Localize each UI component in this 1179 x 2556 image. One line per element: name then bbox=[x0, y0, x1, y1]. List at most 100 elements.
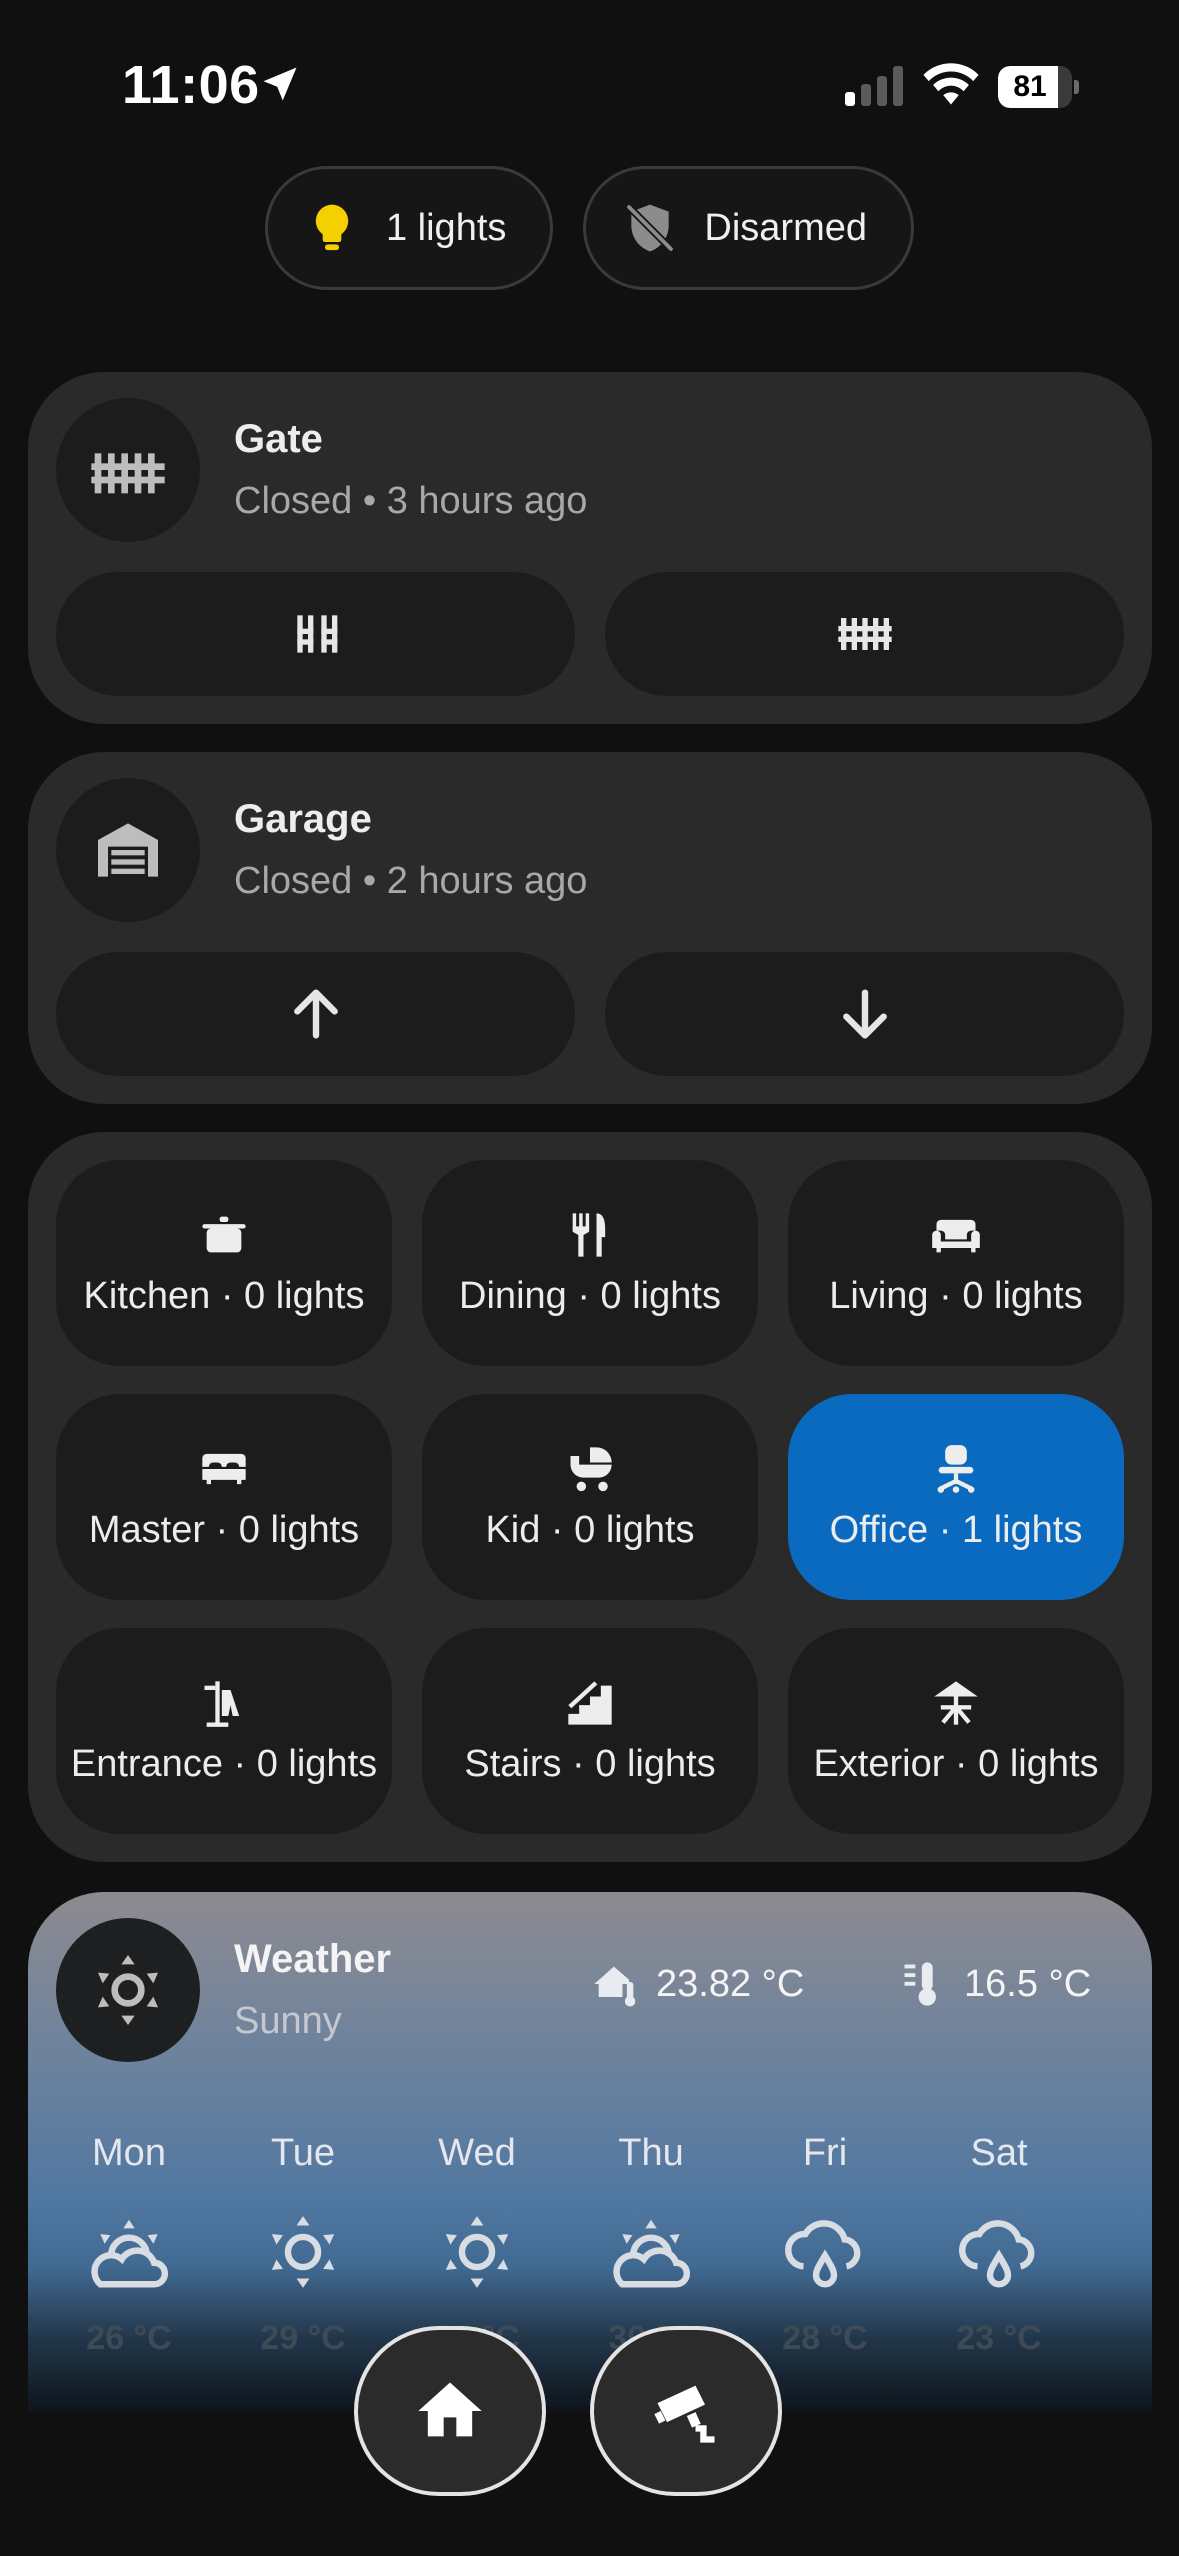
room-label: Stairs · 0 lights bbox=[464, 1742, 716, 1785]
forecast-day-name: Thu bbox=[618, 2132, 684, 2174]
gate-title: Gate bbox=[234, 417, 323, 461]
room-label: Dining · 0 lights bbox=[459, 1274, 721, 1317]
forecast-day-name: Tue bbox=[270, 2132, 336, 2174]
forecast-day-name: Sat bbox=[970, 2132, 1028, 2174]
gate-open-button[interactable] bbox=[56, 572, 575, 696]
rooms-grid: Kitchen · 0 lights Dining · 0 lights Livin… bbox=[56, 1160, 1124, 1834]
gate-header[interactable]: Gate Closed • 3 hours ago bbox=[56, 398, 587, 542]
location-arrow-icon bbox=[263, 67, 297, 101]
gate-open-icon bbox=[296, 615, 337, 653]
arrow-up-icon bbox=[293, 989, 338, 1039]
indoor-temp-value: 23.82 °C bbox=[656, 1962, 805, 2005]
garage-open-button[interactable] bbox=[56, 952, 575, 1076]
room-label: Entrance · 0 lights bbox=[70, 1742, 378, 1785]
weather-header[interactable]: Weather Sunny bbox=[56, 1918, 391, 2062]
weather-forecast: Mon 26 °C Tue 29 °C Wed30 °CThu30 °C Fri 28 °C… bbox=[28, 2132, 1152, 2358]
partly-cloudy-icon bbox=[91, 2219, 168, 2288]
cellular-signal-icon bbox=[845, 66, 903, 106]
forecast-day-temp: 26 °C bbox=[86, 2319, 172, 2357]
garage-icon-circle[interactable] bbox=[56, 778, 200, 922]
stairs-icon bbox=[568, 1680, 612, 1725]
summary-chips: 1 lights Disarmed bbox=[0, 166, 1179, 290]
status-bar: 11:06 81 bbox=[0, 0, 1179, 170]
garage-header[interactable]: Garage Closed • 2 hours ago bbox=[56, 778, 587, 922]
weather-title: Weather bbox=[234, 1937, 392, 1981]
gate-status: Closed • 3 hours ago bbox=[234, 480, 588, 522]
status-time: 11:06 bbox=[122, 55, 260, 115]
forecast-day: Sat 23 °C bbox=[912, 2132, 1086, 2358]
gate-close-button[interactable] bbox=[605, 572, 1124, 696]
room-tile[interactable]: Entrance · 0 lights bbox=[56, 1628, 392, 1834]
lightbulb-icon bbox=[315, 204, 349, 251]
room-label: Office · 1 lights bbox=[829, 1508, 1083, 1551]
sofa-icon bbox=[932, 1219, 980, 1252]
forecast-day-name: Mon bbox=[92, 2132, 166, 2174]
alarm-chip[interactable]: Disarmed bbox=[583, 166, 914, 290]
forecast-day: Fri 28 °C bbox=[738, 2132, 912, 2358]
nav-cameras-button[interactable] bbox=[590, 2326, 782, 2496]
room-label: Kid · 0 lights bbox=[485, 1508, 695, 1551]
rooms-card: Kitchen · 0 lights Dining · 0 lights Livin… bbox=[28, 1132, 1152, 1862]
pot-icon bbox=[202, 1216, 246, 1252]
sunny-icon bbox=[98, 1955, 158, 2025]
gate-icon bbox=[91, 453, 165, 494]
garage-close-button[interactable] bbox=[605, 952, 1124, 1076]
forecast-day: Mon 26 °C bbox=[42, 2132, 216, 2358]
garage-card: Garage Closed • 2 hours ago bbox=[28, 752, 1152, 1104]
forecast-day-name: Wed bbox=[438, 2132, 516, 2174]
rainy-icon bbox=[785, 2220, 861, 2288]
lights-chip[interactable]: 1 lights bbox=[264, 166, 554, 290]
home-icon bbox=[418, 2382, 482, 2437]
room-label: Exterior · 0 lights bbox=[813, 1742, 1099, 1785]
room-tile[interactable]: Master · 0 lights bbox=[56, 1394, 392, 1600]
room-tile[interactable]: Dining · 0 lights bbox=[422, 1160, 758, 1366]
shield-off-icon bbox=[625, 203, 676, 253]
room-label: Kitchen · 0 lights bbox=[83, 1274, 365, 1317]
room-tile[interactable]: Kitchen · 0 lights bbox=[56, 1160, 392, 1366]
room-label: Master · 0 lights bbox=[88, 1508, 360, 1551]
garage-status: Closed • 2 hours ago bbox=[234, 860, 588, 902]
battery-indicator: 81 bbox=[998, 66, 1079, 108]
gate-card: Gate Closed • 3 hours ago bbox=[28, 372, 1152, 724]
alarm-chip-label: Disarmed bbox=[704, 206, 867, 249]
sunny-icon bbox=[271, 2216, 335, 2288]
battery-percent: 81 bbox=[1013, 70, 1047, 103]
gate-closed-icon bbox=[837, 618, 892, 650]
nav-home-button[interactable] bbox=[354, 2326, 546, 2496]
wifi-icon bbox=[923, 63, 979, 105]
weather-icon-circle[interactable] bbox=[56, 1918, 200, 2062]
forecast-day-temp: 23 °C bbox=[956, 2319, 1042, 2357]
forecast-day: Wed30 °C bbox=[390, 2132, 564, 2358]
room-tile[interactable]: Exterior · 0 lights bbox=[788, 1628, 1124, 1834]
forecast-day-name: Fri bbox=[802, 2132, 848, 2174]
partly-cloudy-icon bbox=[613, 2219, 690, 2288]
bed-icon bbox=[202, 1453, 246, 1484]
gate-icon-circle[interactable] bbox=[56, 398, 200, 542]
garage-icon bbox=[98, 823, 158, 877]
outdoor-temp-value: 16.5 °C bbox=[964, 1962, 1092, 2005]
lights-chip-label: 1 lights bbox=[385, 206, 507, 249]
room-tile[interactable]: Living · 0 lights bbox=[788, 1160, 1124, 1366]
forecast-day-temp: 29 °C bbox=[260, 2319, 346, 2357]
room-tile[interactable]: Stairs · 0 lights bbox=[422, 1628, 758, 1834]
coat-rack-icon bbox=[204, 1680, 240, 1727]
office-chair-icon bbox=[937, 1444, 975, 1493]
room-label: Living · 0 lights bbox=[829, 1274, 1083, 1317]
forecast-day-temp: 28 °C bbox=[782, 2319, 868, 2357]
arrow-down-icon bbox=[842, 989, 887, 1039]
outdoor-temperature: 16.5 °C bbox=[898, 1958, 1091, 2010]
baby-carriage-icon bbox=[570, 1446, 612, 1491]
sunny-icon bbox=[445, 2216, 509, 2288]
room-tile[interactable]: Office · 1 lights bbox=[788, 1394, 1124, 1600]
patio-umbrella-icon bbox=[934, 1680, 978, 1725]
home-thermometer-icon bbox=[594, 1966, 636, 2007]
indoor-temperature: 23.82 °C bbox=[590, 1958, 804, 2010]
weather-card: Weather Sunny 23.82 °C 16.5 °C Mon 26 °C T… bbox=[28, 1892, 1152, 2412]
room-tile[interactable]: Kid · 0 lights bbox=[422, 1394, 758, 1600]
garage-title: Garage bbox=[234, 797, 372, 841]
silverware-icon bbox=[572, 1212, 606, 1257]
forecast-day: Tue 29 °C bbox=[216, 2132, 390, 2358]
thermometer-lines-icon bbox=[904, 1962, 936, 2006]
weather-condition: Sunny bbox=[234, 2000, 342, 2042]
security-camera-icon bbox=[654, 2385, 715, 2443]
